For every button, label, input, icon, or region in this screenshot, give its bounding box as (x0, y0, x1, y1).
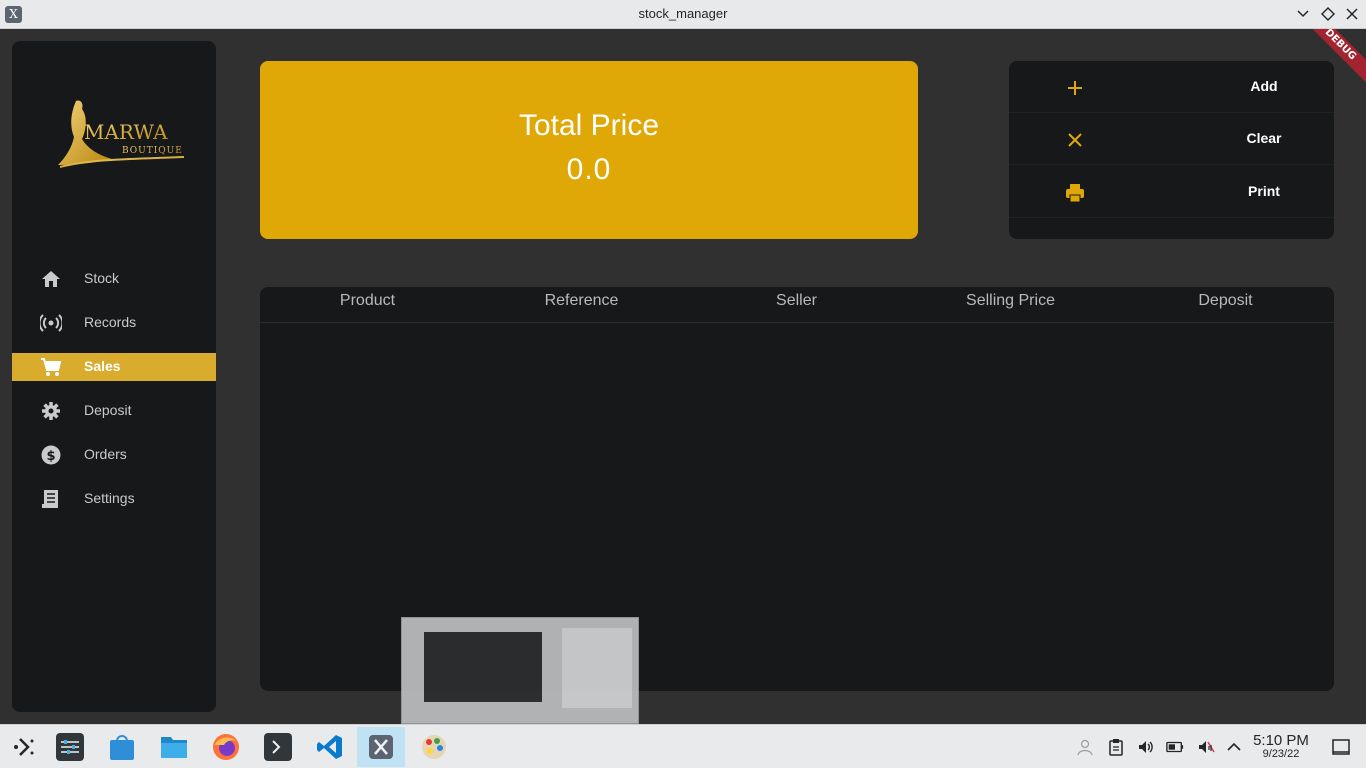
clock-time: 5:10 PM (1253, 732, 1309, 749)
window-preview-thumbnail[interactable] (401, 617, 639, 724)
svg-text:BOUTIQUE: BOUTIQUE (122, 146, 183, 156)
volume-icon[interactable] (1137, 738, 1155, 756)
column-header-selling-price[interactable]: Selling Price (903, 292, 1118, 310)
paint-icon (422, 735, 446, 759)
sidebar-item-label: Settings (84, 490, 135, 506)
launcher-icon (14, 738, 34, 756)
total-price-label: Total Price (518, 109, 660, 142)
column-header-deposit[interactable]: Deposit (1118, 292, 1333, 310)
gear-icon (42, 402, 60, 420)
firefox-icon (213, 734, 239, 760)
marwa-boutique-logo: MARWA BOUTIQUE (58, 100, 185, 168)
taskbar-clock[interactable]: 5:10 PM 9/23/22 (1246, 732, 1316, 760)
sidebar-item-label: Records (84, 314, 137, 330)
sidebar-item-label: Stock (84, 270, 120, 286)
clear-button[interactable]: Clear (1009, 113, 1334, 165)
terminal-icon (264, 733, 292, 761)
receipt-icon (42, 490, 58, 508)
plus-icon (1068, 81, 1082, 95)
sidebar-item-label: Deposit (84, 402, 132, 418)
close-icon (1068, 133, 1082, 147)
sidebar-item-deposit[interactable]: Deposit (12, 397, 216, 425)
svg-text:MARWA: MARWA (84, 120, 168, 144)
taskbar-file-manager[interactable] (150, 727, 198, 767)
home-icon (42, 271, 60, 287)
window-title: stock_manager (638, 6, 728, 21)
column-header-seller[interactable]: Seller (689, 292, 904, 310)
sidebar-item-records[interactable]: Records (12, 309, 216, 337)
print-button[interactable]: Print (1009, 166, 1334, 218)
broadcast-icon (40, 314, 62, 332)
chevron-up-icon[interactable] (1225, 738, 1243, 756)
sidebar-item-label: Sales (84, 358, 121, 374)
taskbar-stock-manager[interactable] (357, 727, 405, 767)
total-price-card: Total Price 0.0 (260, 61, 918, 239)
settings-icon (56, 733, 84, 761)
taskbar-discover[interactable] (98, 727, 146, 767)
print-button-label: Print (1248, 183, 1280, 199)
svg-text:$: $ (46, 449, 55, 464)
clear-button-label: Clear (1246, 130, 1282, 146)
column-header-product[interactable]: Product (260, 292, 475, 310)
sidebar-item-stock[interactable]: Stock (12, 265, 216, 293)
files-icon (161, 737, 187, 758)
show-desktop-icon[interactable] (1331, 737, 1351, 757)
column-header-reference[interactable]: Reference (474, 292, 689, 310)
sidebar-item-settings[interactable]: Settings (12, 485, 216, 513)
printer-icon (1066, 184, 1084, 203)
sidebar: MARWA BOUTIQUE Stock Records Sales Depos… (12, 41, 216, 712)
add-button[interactable]: Add (1009, 61, 1334, 113)
thumbnail-app-preview (424, 632, 542, 702)
vscode-icon (317, 735, 342, 759)
table-header: Product Reference Seller Selling Price D… (260, 287, 1334, 323)
app-content: DEBUG MARWA BOUTIQUE Stock Records Sales… (0, 29, 1366, 724)
taskbar-firefox[interactable] (202, 727, 250, 767)
close-window-icon[interactable] (1343, 5, 1361, 23)
user-status-icon[interactable] (1076, 738, 1094, 756)
taskbar-paint[interactable] (410, 727, 458, 767)
cart-icon (41, 358, 62, 376)
taskbar-vscode[interactable] (306, 727, 354, 767)
battery-icon[interactable] (1166, 738, 1184, 756)
sidebar-item-orders[interactable]: $ Orders (12, 441, 216, 469)
thumbnail-dialog-preview (562, 628, 632, 708)
window-titlebar: X stock_manager (0, 0, 1366, 29)
add-button-label: Add (1250, 78, 1278, 94)
clipboard-icon[interactable] (1107, 738, 1125, 756)
taskbar: 5:10 PM 9/23/22 (0, 724, 1366, 768)
sidebar-item-label: Orders (84, 446, 127, 462)
dollar-icon: $ (41, 445, 61, 465)
total-price-value: 0.0 (566, 153, 612, 186)
stock-manager-icon (369, 735, 393, 759)
clock-date: 9/23/22 (1262, 748, 1300, 760)
taskbar-system-settings[interactable] (46, 727, 94, 767)
application-launcher-button[interactable] (0, 727, 48, 767)
actions-panel: Add Clear Print (1009, 61, 1334, 239)
discover-icon (110, 735, 134, 760)
sidebar-item-sales[interactable]: Sales (12, 353, 216, 381)
mute-icon[interactable] (1197, 738, 1215, 756)
taskbar-terminal[interactable] (254, 727, 302, 767)
maximize-icon[interactable] (1319, 5, 1337, 23)
minimize-icon[interactable] (1294, 5, 1312, 23)
